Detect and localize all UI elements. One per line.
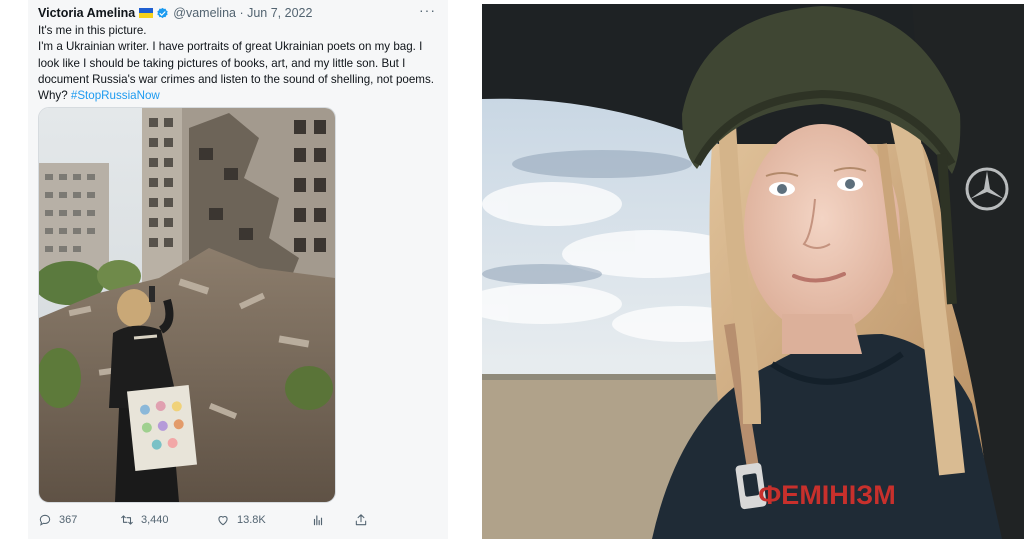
tweet-photo-ruined-building xyxy=(39,108,335,502)
more-options-icon[interactable]: ··· xyxy=(419,2,436,18)
tweet-text: It's me in this picture. I'm a Ukrainian… xyxy=(38,23,438,104)
share-button[interactable] xyxy=(354,513,375,527)
hashtag-link[interactable]: #StopRussiaNow xyxy=(71,89,160,102)
like-button[interactable]: 13.8K xyxy=(216,513,311,527)
reply-icon xyxy=(39,514,51,526)
selfie-photo: ФЕМІНІЗМ xyxy=(482,4,1024,539)
author-name[interactable]: Victoria Amelina xyxy=(38,6,135,20)
retweet-count: 3,440 xyxy=(141,514,169,526)
tweet-header: Victoria Amelina @vamelina · Jun 7, 2022… xyxy=(38,2,448,22)
tweet-photo[interactable] xyxy=(38,107,336,503)
selfie-woman-in-helmet: ФЕМІНІЗМ xyxy=(482,4,1024,539)
ukraine-flag-icon xyxy=(139,8,154,18)
share-icon xyxy=(355,514,367,526)
views-button[interactable] xyxy=(311,513,354,527)
retweet-button[interactable]: 3,440 xyxy=(120,513,216,527)
sweatshirt-print-text: ФЕМІНІЗМ xyxy=(758,480,895,510)
handle-and-date[interactable]: @vamelina · Jun 7, 2022 xyxy=(173,6,312,20)
like-icon xyxy=(218,516,228,526)
views-icon xyxy=(313,515,323,526)
tweet-text-line-1: It's me in this picture. xyxy=(38,24,147,37)
reply-button[interactable]: 367 xyxy=(38,513,120,527)
retweet-icon xyxy=(121,515,133,525)
tweet-actions-bar: 367 3,440 13.8K xyxy=(38,510,438,530)
like-count: 13.8K xyxy=(237,514,266,526)
verified-badge-icon xyxy=(157,7,168,18)
reply-count: 367 xyxy=(59,514,78,526)
tweet-text-paragraph: I'm a Ukrainian writer. I have portraits… xyxy=(38,39,438,104)
